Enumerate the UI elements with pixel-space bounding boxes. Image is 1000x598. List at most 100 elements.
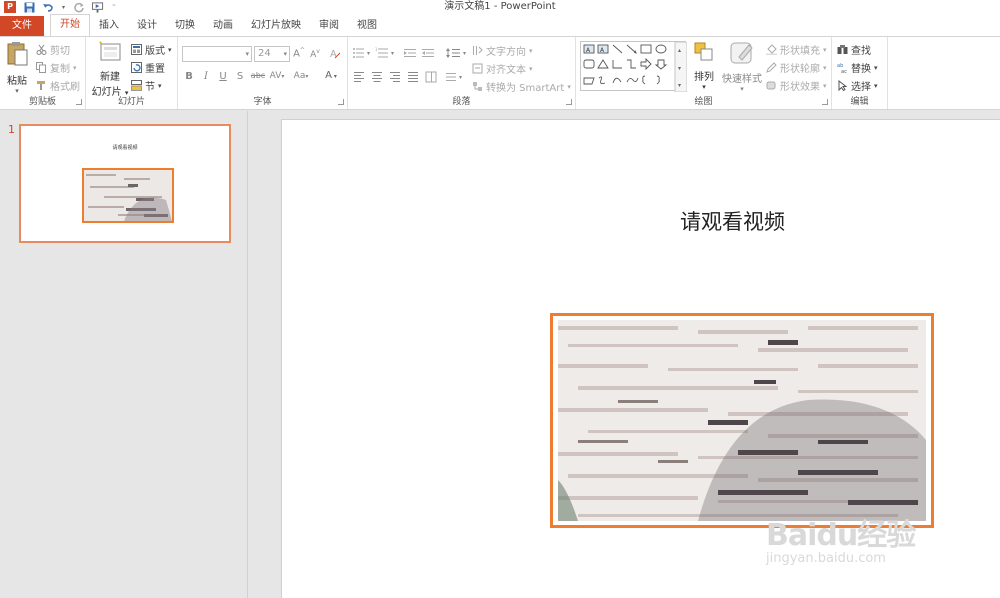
window-title: 演示文稿1 - PowerPoint bbox=[444, 1, 556, 12]
strikethrough-button[interactable]: abc bbox=[248, 71, 268, 80]
slide-title[interactable]: 请观看视频 bbox=[680, 206, 785, 236]
drawing-group: A A ▴ ▾ ▾ 排列 ▾ 快速样式 ▾ 形状填充 ▾ 形状轮廓 ▾ 形状效果… bbox=[576, 37, 832, 109]
quick-styles-label: 快速样式 bbox=[722, 74, 762, 85]
replace-button[interactable]: ab ac 替换 ▾ bbox=[837, 60, 878, 75]
font-group: ▾ 24 ▾ A^ Av A B I U S abc AV▾ Aa▾ A ▾ 字体 bbox=[178, 37, 348, 109]
new-slide-button[interactable]: 新建 幻灯片 ▾ bbox=[90, 41, 130, 98]
italic-button[interactable]: I bbox=[199, 71, 213, 82]
svg-text:▾: ▾ bbox=[367, 50, 370, 57]
find-button[interactable]: 查找 bbox=[837, 42, 871, 57]
shape-effects-label: 形状效果 bbox=[780, 82, 820, 93]
shape-effects-button[interactable]: 形状效果 ▾ bbox=[766, 78, 827, 93]
paint-bucket-icon bbox=[766, 44, 777, 55]
pen-icon bbox=[766, 62, 777, 73]
shape-fill-button[interactable]: 形状填充 ▾ bbox=[766, 42, 827, 57]
copy-dropdown-icon: ▾ bbox=[73, 63, 77, 72]
replace-label: 替换 bbox=[851, 64, 871, 75]
shape-effects-icon bbox=[766, 81, 776, 90]
video-frame[interactable] bbox=[550, 313, 934, 528]
format-painter-button[interactable]: 格式刷 bbox=[36, 78, 80, 93]
align-text-label: 对齐文本 bbox=[486, 65, 526, 76]
replace-dropdown-icon: ▾ bbox=[874, 63, 878, 72]
convert-to-smartart-button[interactable]: 转换为 SmartArt ▾ bbox=[472, 79, 571, 94]
tab-design[interactable]: 设计 bbox=[128, 16, 166, 36]
slide-thumbnail[interactable]: 请观看视频 bbox=[19, 124, 231, 243]
text-shadow-button[interactable]: S bbox=[233, 71, 247, 82]
arrange-icon bbox=[694, 42, 713, 61]
tab-slide-show[interactable]: 幻灯片放映 bbox=[242, 16, 310, 36]
clear-formatting-icon[interactable]: A bbox=[328, 47, 342, 62]
quick-styles-dropdown-icon: ▾ bbox=[740, 85, 744, 93]
paragraph-dialog-launcher-icon[interactable] bbox=[566, 99, 572, 105]
list-indent-icons[interactable]: ▾ 1 ▾ ▾ bbox=[352, 47, 472, 59]
alignment-icons[interactable]: ▾ bbox=[352, 71, 472, 83]
paste-icon bbox=[7, 42, 28, 66]
paragraph-group-label: 段落 bbox=[452, 97, 471, 107]
title-bar: P ▾ ⁼ 演示文稿1 - PowerPoint bbox=[0, 0, 1000, 14]
tab-animations[interactable]: 动画 bbox=[204, 16, 242, 36]
video-preview-image bbox=[558, 320, 926, 521]
font-size-dropdown-icon[interactable]: ▾ bbox=[283, 47, 287, 61]
text-direction-label: 文字方向 bbox=[486, 47, 526, 58]
text-direction-button[interactable]: 文字方向 ▾ bbox=[472, 43, 533, 58]
baidu-jingyan-watermark: Baidu经验 jingyan.baidu.com bbox=[766, 510, 946, 566]
slides-group: 新建 幻灯片 ▾ 版式 ▾ 重置 节 ▾ 幻灯片 bbox=[86, 37, 178, 109]
font-size-combobox[interactable]: 24 ▾ bbox=[254, 46, 290, 62]
binoculars-icon bbox=[837, 45, 848, 54]
tab-review[interactable]: 审阅 bbox=[310, 16, 348, 36]
shape-outline-button[interactable]: 形状轮廓 ▾ bbox=[766, 60, 827, 75]
font-name-dropdown-icon[interactable]: ▾ bbox=[245, 47, 249, 61]
shrink-font-button[interactable]: Av bbox=[308, 48, 322, 60]
bold-button[interactable]: B bbox=[182, 71, 196, 82]
section-dropdown-icon: ▾ bbox=[158, 81, 162, 90]
svg-text:ac: ac bbox=[841, 69, 847, 73]
slide-thumbnails-pane: 1 请观看视频 bbox=[0, 111, 248, 598]
layout-button[interactable]: 版式 ▾ bbox=[131, 42, 172, 57]
shapes-gallery[interactable]: A A ▴ ▾ ▾ bbox=[580, 41, 687, 92]
tab-transitions[interactable]: 切换 bbox=[166, 16, 204, 36]
svg-text:▾: ▾ bbox=[463, 50, 466, 57]
arrange-label: 排列 bbox=[694, 72, 714, 83]
slides-group-label: 幻灯片 bbox=[117, 97, 145, 107]
smartart-dropdown-icon: ▾ bbox=[567, 82, 571, 91]
svg-text:1: 1 bbox=[375, 47, 378, 52]
clipboard-group-label: 剪贴板 bbox=[28, 97, 56, 107]
reset-label: 重置 bbox=[145, 64, 165, 75]
section-button[interactable]: 节 ▾ bbox=[131, 78, 162, 93]
section-icon bbox=[131, 80, 142, 91]
grow-font-button[interactable]: A^ bbox=[292, 47, 306, 59]
font-group-label: 字体 bbox=[253, 97, 272, 107]
watermark-main: Baidu经验 bbox=[766, 518, 916, 553]
tab-file[interactable]: 文件 bbox=[0, 16, 44, 36]
cut-button[interactable]: 剪切 bbox=[36, 42, 70, 57]
copy-button[interactable]: 复制 ▾ bbox=[36, 60, 77, 75]
character-spacing-button[interactable]: AV▾ bbox=[268, 71, 286, 81]
copy-label: 复制 bbox=[50, 64, 70, 75]
arrange-button[interactable]: 排列 ▾ bbox=[690, 41, 718, 91]
svg-text:▾: ▾ bbox=[678, 82, 681, 89]
tab-view[interactable]: 视图 bbox=[348, 16, 386, 36]
change-case-button[interactable]: Aa▾ bbox=[290, 71, 312, 81]
editing-group: 查找 ab ac 替换 ▾ 选择 ▾ 编辑 bbox=[832, 37, 888, 109]
font-name-combobox[interactable]: ▾ bbox=[182, 46, 252, 62]
shape-fill-dropdown-icon: ▾ bbox=[823, 45, 827, 54]
select-button[interactable]: 选择 ▾ bbox=[837, 78, 878, 93]
font-color-button[interactable]: A ▾ bbox=[320, 70, 342, 81]
paste-button[interactable]: 粘贴 ▾ bbox=[4, 41, 30, 95]
drawing-dialog-launcher-icon[interactable] bbox=[822, 99, 828, 105]
quick-styles-button[interactable]: 快速样式 ▾ bbox=[720, 41, 764, 93]
align-text-button[interactable]: 对齐文本 ▾ bbox=[472, 61, 533, 76]
drawing-group-label: 绘图 bbox=[694, 97, 713, 107]
reset-button[interactable]: 重置 bbox=[131, 60, 165, 75]
tab-insert[interactable]: 插入 bbox=[90, 16, 128, 36]
font-dialog-launcher-icon[interactable] bbox=[338, 99, 344, 105]
shape-outline-dropdown-icon: ▾ bbox=[823, 63, 827, 72]
underline-button[interactable]: U bbox=[216, 71, 230, 82]
tab-home[interactable]: 开始 bbox=[50, 14, 90, 36]
section-label: 节 bbox=[145, 82, 155, 93]
clipboard-dialog-launcher-icon[interactable] bbox=[76, 99, 82, 105]
layout-dropdown-icon: ▾ bbox=[168, 45, 172, 54]
editing-group-label: 编辑 bbox=[850, 97, 869, 107]
thumbnail-title: 请观看视频 bbox=[112, 145, 138, 151]
cursor-arrow-icon bbox=[838, 80, 848, 91]
